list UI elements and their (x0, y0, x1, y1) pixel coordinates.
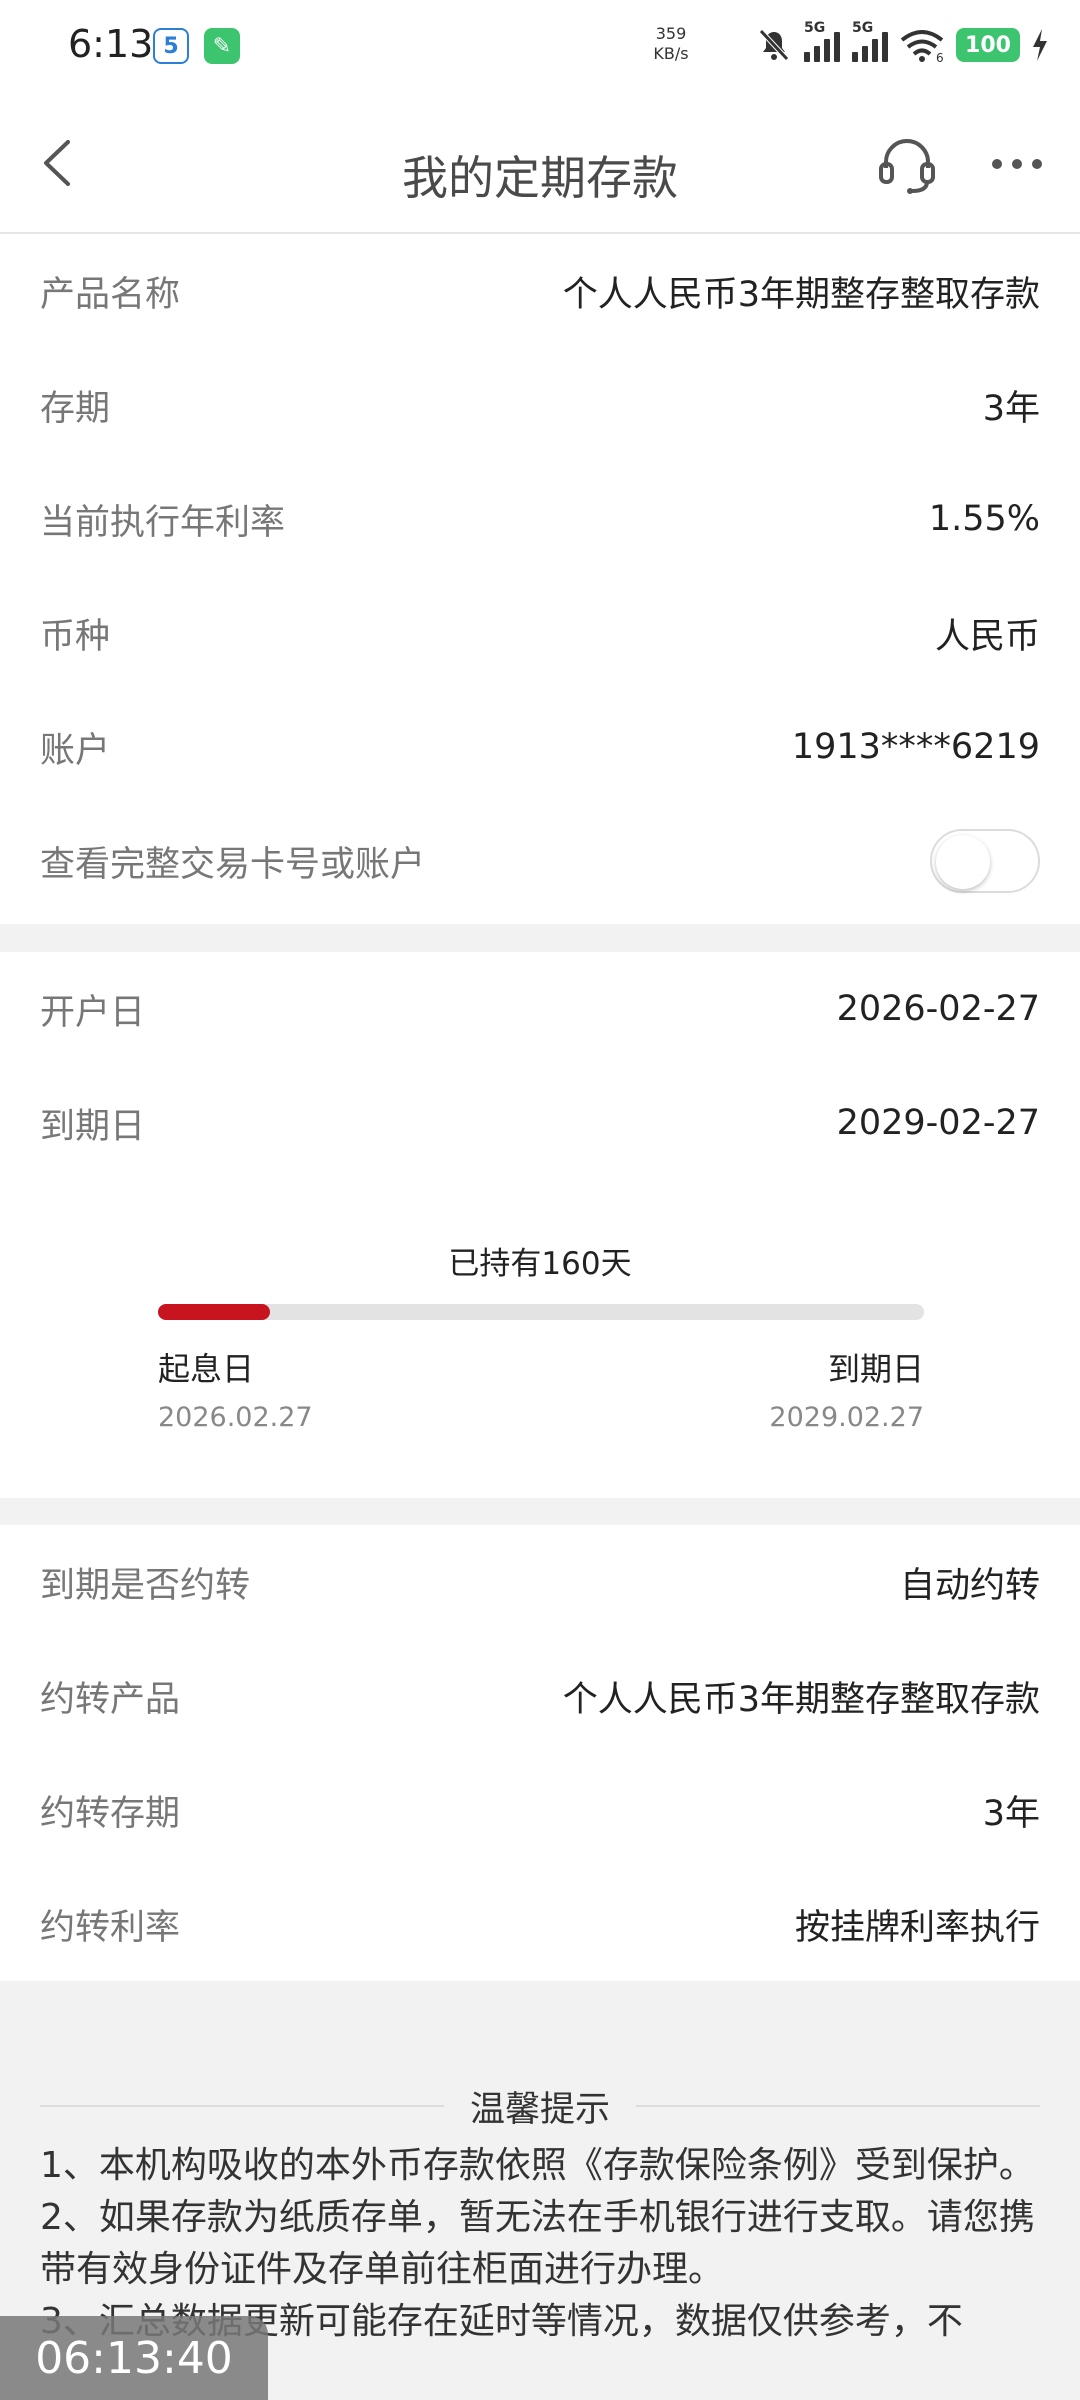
info-row-maturity-date: 到期日 2029-02-27 (0, 1066, 1080, 1180)
tips-title-row: 温馨提示 (40, 2084, 1041, 2130)
row-value: 2026-02-27 (836, 989, 1040, 1029)
held-days-text: 已持有160天 (448, 1246, 632, 1282)
charging-icon (1033, 29, 1047, 61)
divider (636, 2105, 1041, 2107)
customer-service-icon[interactable] (876, 134, 938, 196)
row-value: 自动约转 (899, 1565, 1040, 1606)
tool-notification-icon: ✎ (204, 28, 240, 64)
progress-track (158, 1304, 924, 1320)
status-time: 6:13 (68, 22, 154, 66)
row-label: 到期日 (40, 1106, 146, 1147)
signal-1-label: 5G (804, 20, 826, 36)
info-row-interest-rate: 当前执行年利率 1.55% (0, 462, 1080, 576)
row-value: 按挂牌利率执行 (794, 1907, 1040, 1948)
info-row-term: 存期 3年 (0, 348, 1080, 462)
row-label: 当前执行年利率 (40, 502, 286, 543)
battery-level: 100 (965, 32, 1011, 58)
row-value: 3年 (982, 1793, 1040, 1834)
network-speed-unit: KB/s (653, 44, 689, 63)
info-row-show-full-account: 查看完整交易卡号或账户 (0, 804, 1080, 918)
recording-timer: 06:13:40 (0, 2316, 268, 2400)
end-date: 2029.02.27 (769, 1402, 924, 1433)
signal-1-icon: 5G (804, 20, 840, 62)
signal-2-icon: 5G (852, 20, 888, 62)
info-row-renew-product: 约转产品 个人人民币3年期整存整取存款 (0, 1639, 1080, 1753)
row-value: 2029-02-27 (836, 1103, 1040, 1143)
wifi-label: 6 (936, 51, 944, 62)
page: 6:13 5 ✎ 359 KB/s 5G 5G 6 100 我的定期存款 产品名… (0, 0, 1080, 2400)
info-row-currency: 币种 人民币 (0, 576, 1080, 690)
app-header: 我的定期存款 (0, 92, 1080, 234)
info-row-account: 账户 1913****6219 (0, 690, 1080, 804)
start-date: 2026.02.27 (158, 1402, 313, 1433)
row-label: 币种 (40, 616, 111, 657)
date-section: 开户日 2026-02-27 到期日 2029-02-27 已持有160天 起息… (0, 952, 1080, 1498)
row-label: 存期 (40, 388, 111, 429)
info-row-open-date: 开户日 2026-02-27 (0, 952, 1080, 1066)
progress-fill (158, 1304, 270, 1320)
info-row-renew-term: 约转存期 3年 (0, 1753, 1080, 1867)
status-bar: 6:13 5 ✎ 359 KB/s 5G 5G 6 100 (0, 0, 1080, 92)
row-label: 约转利率 (40, 1907, 181, 1948)
row-label: 开户日 (40, 992, 146, 1033)
tips-title: 温馨提示 (470, 2089, 611, 2130)
info-row-auto-renew: 到期是否约转 自动约转 (0, 1525, 1080, 1639)
info-row-renew-rate: 约转利率 按挂牌利率执行 (0, 1867, 1080, 1981)
network-speed: 359 KB/s (646, 24, 696, 64)
row-value: 1913****6219 (791, 727, 1040, 767)
wifi-icon: 6 (900, 30, 944, 62)
divider (40, 2105, 444, 2107)
row-value: 1.55% (928, 499, 1040, 539)
product-info-section: 产品名称 个人人民币3年期整存整取存款 存期 3年 当前执行年利率 1.55% … (0, 234, 1080, 924)
mute-bell-icon (759, 29, 789, 61)
more-icon[interactable] (992, 144, 1052, 184)
row-value: 人民币 (934, 616, 1040, 657)
show-full-account-toggle[interactable] (930, 829, 1040, 893)
tip-item: 2、如果存款为纸质存单，暂无法在手机银行进行支取。请您携带有效身份证件及存单前往… (40, 2197, 1035, 2290)
app-notification-icon: 5 (153, 28, 189, 64)
holding-progress: 已持有160天 起息日 到期日 2026.02.27 2029.02.27 (0, 1180, 1080, 1510)
battery-icon: 100 (956, 28, 1020, 62)
row-value: 个人人民币3年期整存整取存款 (562, 1679, 1040, 1720)
row-label: 产品名称 (40, 274, 181, 315)
tip-item: 1、本机构吸收的本外币存款依照《存款保险条例》受到保护。 (40, 2145, 1035, 2186)
status-icons: 5G 5G 6 100 (756, 20, 1048, 68)
renewal-section: 到期是否约转 自动约转 约转产品 个人人民币3年期整存整取存款 约转存期 3年 … (0, 1525, 1080, 1981)
start-label: 起息日 (158, 1350, 255, 1388)
row-label: 到期是否约转 (40, 1565, 251, 1606)
row-label: 账户 (40, 730, 111, 771)
end-label: 到期日 (827, 1350, 924, 1388)
network-speed-value: 359 (655, 24, 687, 43)
row-value: 3年 (982, 388, 1040, 429)
info-row-product-name: 产品名称 个人人民币3年期整存整取存款 (0, 234, 1080, 348)
toggle-label: 查看完整交易卡号或账户 (40, 844, 426, 885)
row-label: 约转产品 (40, 1679, 181, 1720)
signal-2-label: 5G (852, 20, 874, 36)
row-value: 个人人民币3年期整存整取存款 (562, 274, 1040, 315)
row-label: 约转存期 (40, 1793, 181, 1834)
toggle-knob (936, 835, 990, 889)
